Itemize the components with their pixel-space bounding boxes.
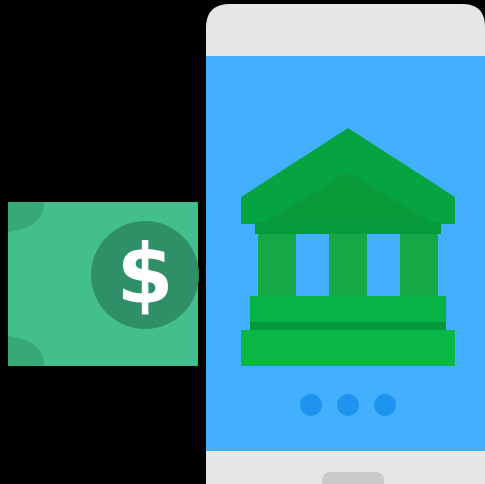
- bank-step-upper: [250, 296, 446, 322]
- screen-indicator-dots: [300, 394, 396, 416]
- phone-home-button: [322, 472, 384, 484]
- bank-base: [241, 330, 455, 366]
- banknote: $: [8, 202, 199, 366]
- bank-step-divider: [250, 322, 446, 330]
- bank-column: [400, 234, 438, 296]
- indicator-dot: [374, 394, 396, 416]
- smartphone: [206, 4, 485, 484]
- indicator-dot: [337, 394, 359, 416]
- bank-column: [329, 234, 367, 296]
- mobile-banking-illustration: $: [8, 4, 485, 484]
- bank-entablature: [255, 222, 441, 234]
- indicator-dot: [300, 394, 322, 416]
- dollar-sign-icon: $: [116, 228, 173, 323]
- bank-column: [258, 234, 296, 296]
